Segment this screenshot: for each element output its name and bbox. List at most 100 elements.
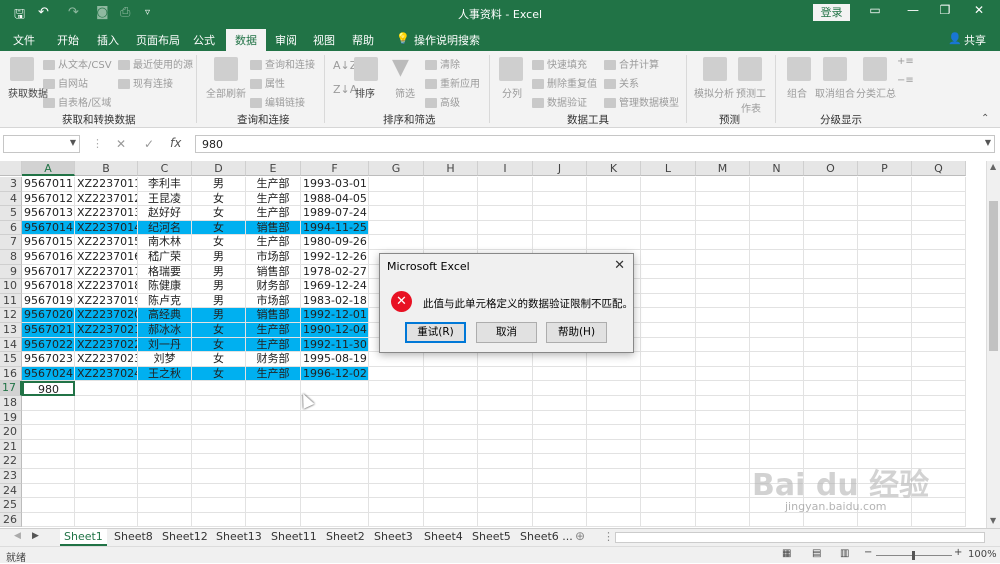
row-header[interactable]: 10 [0, 279, 22, 294]
cell[interactable] [587, 425, 641, 440]
cell[interactable] [533, 396, 587, 411]
normal-view-icon[interactable]: ▦ [782, 548, 791, 559]
cell[interactable] [696, 191, 750, 207]
cell[interactable] [641, 483, 696, 499]
cell[interactable]: 生产部 [246, 323, 301, 338]
cell[interactable] [587, 366, 641, 382]
minimize-icon[interactable]: — [898, 3, 928, 23]
cell[interactable]: 市场部 [246, 293, 301, 309]
column-header[interactable]: N [750, 161, 804, 176]
cell[interactable] [912, 177, 966, 192]
cell[interactable] [138, 425, 192, 440]
cell[interactable] [138, 439, 192, 455]
text-to-columns-button[interactable]: 分列 [502, 85, 522, 100]
cell[interactable] [641, 396, 696, 411]
cell[interactable] [696, 337, 750, 353]
cell[interactable] [804, 308, 858, 323]
cell[interactable] [301, 512, 369, 528]
cell[interactable] [858, 381, 912, 396]
cell[interactable] [533, 410, 587, 426]
cell[interactable] [858, 264, 912, 280]
cell[interactable]: 女 [192, 235, 246, 250]
cell[interactable] [587, 352, 641, 367]
row-header[interactable]: 13 [0, 323, 22, 338]
cell[interactable]: 1978-02-27 [301, 264, 369, 280]
cell[interactable]: 郝冰冰 [138, 323, 192, 338]
cell[interactable] [804, 512, 858, 528]
cell[interactable] [641, 323, 696, 338]
column-header[interactable]: H [424, 161, 478, 176]
column-header[interactable]: A [22, 161, 75, 176]
cell[interactable] [750, 177, 804, 192]
row-header[interactable]: 11 [0, 293, 22, 309]
cell[interactable] [750, 352, 804, 367]
cell[interactable] [424, 381, 478, 396]
cell[interactable] [192, 498, 246, 513]
tab-review[interactable]: 审阅 [275, 32, 297, 48]
cell[interactable] [696, 439, 750, 455]
cell[interactable] [804, 381, 858, 396]
cell[interactable]: 9567018 [22, 279, 75, 294]
cell[interactable]: XZ2237013 [75, 206, 138, 221]
cell[interactable] [912, 293, 966, 309]
cell[interactable] [804, 206, 858, 221]
from-text-csv-button[interactable]: 从文本/CSV [43, 56, 112, 71]
cell[interactable] [369, 454, 424, 469]
data-validation-button[interactable]: 数据验证 [532, 94, 587, 109]
cell[interactable] [533, 352, 587, 367]
cell[interactable] [192, 439, 246, 455]
cell[interactable]: XZ2237017 [75, 264, 138, 280]
ribbon-display-icon[interactable]: ▭ [860, 3, 890, 23]
cell[interactable] [641, 454, 696, 469]
cell[interactable] [858, 177, 912, 192]
sort-za-icon[interactable]: Z↓A [333, 83, 357, 96]
cell[interactable] [301, 469, 369, 484]
cell[interactable] [478, 177, 533, 192]
cell[interactable] [478, 206, 533, 221]
cell[interactable] [696, 498, 750, 513]
cell[interactable] [641, 439, 696, 455]
cell[interactable] [804, 366, 858, 382]
cell[interactable]: 陈卢克 [138, 293, 192, 309]
cell[interactable] [587, 220, 641, 236]
cell[interactable] [587, 512, 641, 528]
tab-view[interactable]: 视图 [313, 32, 335, 48]
reapply-button[interactable]: 重新应用 [425, 75, 480, 90]
tab-home[interactable]: 开始 [57, 32, 79, 48]
cell[interactable] [696, 220, 750, 236]
cell[interactable] [75, 483, 138, 499]
cell[interactable] [192, 454, 246, 469]
from-table-button[interactable]: 自表格/区域 [43, 94, 111, 109]
cell[interactable]: 格瑞要 [138, 264, 192, 280]
cell[interactable]: 刘梦 [138, 352, 192, 367]
cell[interactable] [587, 396, 641, 411]
row-header[interactable]: 14 [0, 337, 22, 353]
column-header[interactable]: Q [912, 161, 966, 176]
cell[interactable] [192, 425, 246, 440]
cell[interactable] [22, 439, 75, 455]
insert-function-icon[interactable]: fx [170, 136, 181, 150]
cell[interactable] [369, 177, 424, 192]
cell[interactable] [369, 425, 424, 440]
filter-button[interactable]: 筛选 [395, 85, 415, 100]
row-header[interactable]: 6 [0, 220, 22, 236]
cell[interactable] [246, 512, 301, 528]
cell[interactable] [587, 439, 641, 455]
cell[interactable] [246, 454, 301, 469]
cell[interactable] [75, 410, 138, 426]
cell[interactable] [696, 425, 750, 440]
properties-button[interactable]: 属性 [250, 75, 285, 90]
cell[interactable] [22, 512, 75, 528]
cell[interactable] [301, 498, 369, 513]
cell[interactable] [587, 469, 641, 484]
cell[interactable] [424, 352, 478, 367]
ungroup-button[interactable]: 取消组合 [815, 85, 855, 100]
cell[interactable] [641, 235, 696, 250]
row-header[interactable]: 16 [0, 366, 22, 382]
cell[interactable] [369, 191, 424, 207]
cell[interactable] [696, 381, 750, 396]
column-header[interactable]: E [246, 161, 301, 176]
cell[interactable] [138, 512, 192, 528]
chevron-down-icon[interactable]: ▼ [70, 138, 76, 147]
manage-data-model-button[interactable]: 管理数据模型 [604, 94, 679, 109]
